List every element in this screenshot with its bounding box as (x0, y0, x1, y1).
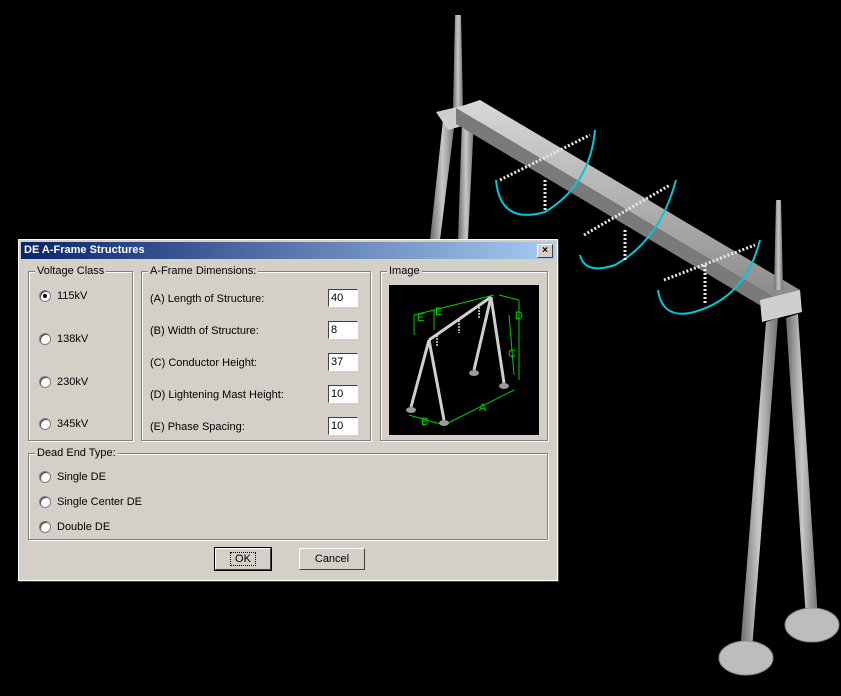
diagram-letter-d: D (515, 310, 523, 322)
a-frame-diagram: E E D C A B (389, 285, 539, 435)
dim-row-length: (A) Length of Structure: 40 (150, 289, 366, 309)
dim-row-width: (B) Width of Structure: 8 (150, 321, 366, 341)
radio-indicator[interactable] (39, 290, 51, 302)
radio-label: 138kV (57, 333, 89, 345)
conductor-height-label: (C) Conductor Height: (150, 357, 257, 369)
radio-115kv[interactable]: 115kV (39, 290, 87, 302)
dim-row-mast-height: (D) Lightening Mast Height: 10 (150, 385, 366, 405)
dimensions-group: A-Frame Dimensions: (A) Length of Struct… (141, 265, 371, 441)
dialog-titlebar[interactable]: DE A-Frame Structures × (21, 242, 555, 259)
radio-indicator[interactable] (39, 418, 51, 430)
radio-single-de[interactable]: Single DE (39, 471, 106, 483)
diagram-letter-e1: E (417, 312, 424, 324)
ok-label: OK (230, 552, 256, 566)
radio-indicator[interactable] (39, 521, 51, 533)
radio-345kv[interactable]: 345kV (39, 418, 88, 430)
radio-label: Double DE (57, 521, 111, 533)
dim-row-phase-spacing: (E) Phase Spacing: 10 (150, 417, 366, 437)
cancel-label: Cancel (314, 553, 350, 565)
mast-height-input[interactable]: 10 (328, 385, 358, 403)
radio-single-center-de[interactable]: Single Center DE (39, 496, 142, 508)
dead-end-group: Dead End Type: Single DE Single Center D… (28, 447, 548, 540)
mast-height-label: (D) Lightening Mast Height: (150, 389, 284, 401)
radio-label: 345kV (57, 418, 89, 430)
dialog-title: DE A-Frame Structures (24, 244, 145, 256)
dead-end-label: Dead End Type: (35, 447, 118, 459)
length-label: (A) Length of Structure: (150, 293, 265, 305)
width-input[interactable]: 8 (328, 321, 358, 339)
ok-button[interactable]: OK (214, 547, 272, 571)
image-group: Image E E D C A B (380, 265, 548, 441)
radio-label: Single DE (57, 471, 106, 483)
diagram-letter-c: C (508, 348, 516, 360)
voltage-class-group: Voltage Class 115kV 138kV 230kV 345kV (28, 265, 133, 441)
diagram-letter-a: A (479, 402, 487, 414)
radio-label: Single Center DE (57, 496, 142, 508)
radio-double-de[interactable]: Double DE (39, 521, 110, 533)
cancel-button[interactable]: Cancel (299, 548, 365, 570)
phase-spacing-input[interactable]: 10 (328, 417, 358, 435)
close-button[interactable]: × (537, 244, 553, 258)
voltage-class-label: Voltage Class (35, 265, 107, 277)
diagram-letter-b: B (421, 416, 428, 428)
phase-spacing-label: (E) Phase Spacing: (150, 421, 245, 433)
diagram-letter-e2: E (435, 306, 442, 318)
radio-label: 115kV (57, 290, 88, 302)
width-label: (B) Width of Structure: (150, 325, 259, 337)
radio-230kv[interactable]: 230kV (39, 376, 88, 388)
a-frame-structures-dialog: DE A-Frame Structures × Voltage Class 11… (18, 239, 558, 581)
image-group-label: Image (387, 265, 422, 277)
radio-indicator[interactable] (39, 376, 51, 388)
length-input[interactable]: 40 (328, 289, 358, 307)
radio-indicator[interactable] (39, 333, 51, 345)
dimensions-label: A-Frame Dimensions: (148, 265, 259, 277)
conductor-height-input[interactable]: 37 (328, 353, 358, 371)
dim-row-conductor-height: (C) Conductor Height: 37 (150, 353, 366, 373)
radio-indicator[interactable] (39, 471, 51, 483)
close-icon: × (542, 245, 548, 256)
radio-label: 230kV (57, 376, 89, 388)
radio-indicator[interactable] (39, 496, 51, 508)
radio-138kv[interactable]: 138kV (39, 333, 88, 345)
